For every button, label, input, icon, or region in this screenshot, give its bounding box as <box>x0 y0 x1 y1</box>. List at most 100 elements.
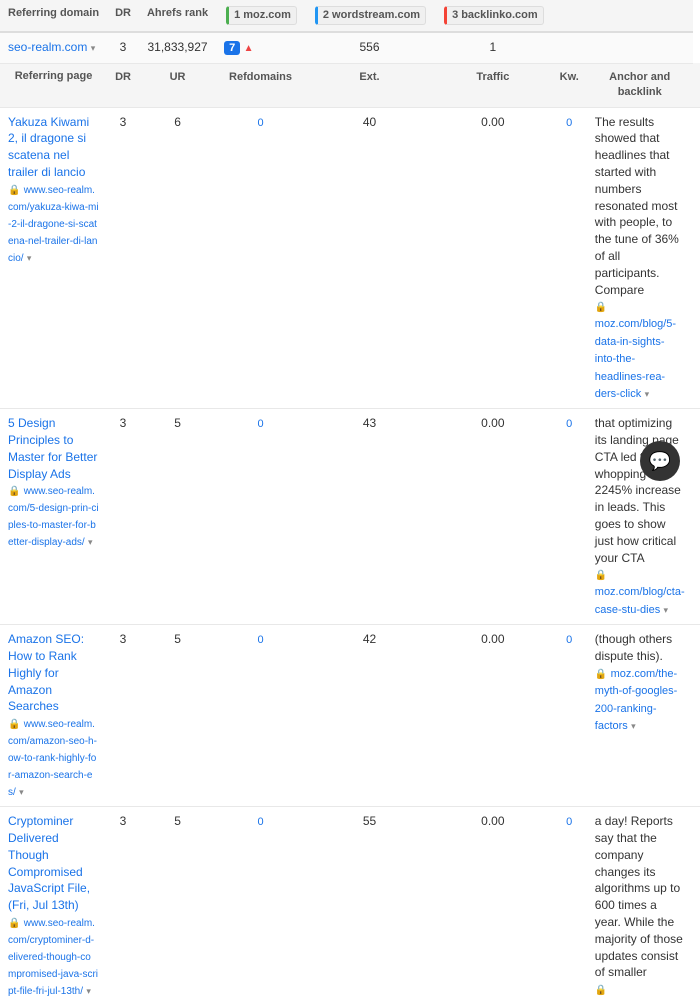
table-row: 5 Design Principles to Master for Better… <box>0 409 700 625</box>
anchor-link-text-0: moz.com/blog/5-data-in-sights-into-the-h… <box>595 318 676 400</box>
anchor-lock-2: 🔒 <box>595 669 607 680</box>
anchor-dropdown-0[interactable]: ▾ <box>645 389 650 399</box>
anchor-2: (though others dispute this). 🔒 moz.com/… <box>587 625 693 807</box>
ext-1: 43 <box>305 409 434 625</box>
traffic-2: 0.00 <box>434 625 552 807</box>
dr-1: 3 <box>107 409 139 625</box>
col-site2-header: 2 wordstream.com <box>305 0 434 32</box>
firstseen-2: 29 May '18 9 d <box>693 625 700 807</box>
url-dropdown-0[interactable]: ▾ <box>27 253 32 263</box>
backlinks-table: Referring domain DR Ahrefs rank 1 moz.co… <box>0 0 700 1002</box>
ext-0: 40 <box>305 107 434 409</box>
col-firstseen: First seen Last check <box>693 63 700 107</box>
anchor-text-0: The results showed that headlines that s… <box>595 115 679 297</box>
refdomains-1: 0 <box>216 409 305 625</box>
table-row: Cryptominer Delivered Though Compromised… <box>0 807 700 1002</box>
domain-site1-badge: 7 <box>224 41 240 55</box>
ext-2: 42 <box>305 625 434 807</box>
page-title-link-3[interactable]: Cryptominer Delivered Though Compromised… <box>8 814 90 912</box>
anchor-lock-3: 🔒 <box>595 985 607 996</box>
site1-badge: 1 moz.com <box>226 6 297 25</box>
col-site1-header: 1 moz.com <box>216 0 305 32</box>
page-cell-1: 5 Design Principles to Master for Better… <box>0 409 107 625</box>
col-referring-page: Referring page <box>0 63 107 107</box>
anchor-link-text-3: moz.com/google-algo- <box>595 1001 679 1002</box>
domain-row: seo-realm.com ▾ 3 31,833,927 7 ▲ 556 1 <box>0 32 700 63</box>
domain-dropdown-arrow[interactable]: ▾ <box>91 43 96 53</box>
anchor-link-0[interactable]: moz.com/blog/5-data-in-sights-into-the-h… <box>595 318 676 400</box>
col-dr: DR <box>107 63 139 107</box>
page-title-link-0[interactable]: Yakuza Kiwami 2, il dragone si scatena n… <box>8 115 89 179</box>
page-title-link-2[interactable]: Amazon SEO: How to Rank Highly for Amazo… <box>8 632 84 713</box>
page-title-0: Yakuza Kiwami 2, il dragone si scatena n… <box>8 115 89 179</box>
site3-num: 3 <box>452 8 458 23</box>
col-referring-domain: Referring domain <box>0 0 107 32</box>
col-ext: Ext. <box>305 63 434 107</box>
anchor-text-2: (though others dispute this). <box>595 632 672 663</box>
domain-site2: 556 <box>305 32 434 63</box>
anchor-lock-0: 🔒 <box>595 302 607 313</box>
anchor-link-3[interactable]: moz.com/google-algo- <box>595 1001 679 1002</box>
page-cell-2: Amazon SEO: How to Rank Highly for Amazo… <box>0 625 107 807</box>
col-traffic: Traffic <box>434 63 552 107</box>
site1-num: 1 <box>234 8 240 23</box>
anchor-lock-1: 🔒 <box>595 570 607 581</box>
domain-site1-arrow: ▲ <box>244 43 254 54</box>
url-dropdown-2[interactable]: ▾ <box>19 787 24 797</box>
site1-name: moz.com <box>243 8 291 23</box>
refdomains-0: 0 <box>216 107 305 409</box>
traffic-0: 0.00 <box>434 107 552 409</box>
columns-header-row: Referring page DR UR Refdomains Ext. Tra… <box>0 63 700 107</box>
domain-dr: 3 <box>107 32 139 63</box>
lock-icon-1: 🔒 <box>8 486 20 497</box>
col-anchor: Anchor and backlink <box>587 63 693 107</box>
page-url-0: www.seo-realm.com/yakuza-kiwa-mi-2-il-dr… <box>8 185 99 264</box>
anchor-link-1[interactable]: moz.com/blog/cta-case-stu-dies <box>595 586 685 615</box>
anchor-dropdown-2[interactable]: ▾ <box>631 721 636 731</box>
col-dr-header: DR <box>107 0 139 32</box>
dr-0: 3 <box>107 107 139 409</box>
site2-badge: 2 wordstream.com <box>315 6 426 25</box>
page-url-3: www.seo-realm.com/cryptominer-d-elivered… <box>8 918 98 997</box>
anchor-1: that optimizing its landing page CTA led… <box>587 409 693 625</box>
kw-1: 0 <box>552 409 587 625</box>
col-refdomains: Refdomains <box>216 63 305 107</box>
col-site3-header: 3 backlinko.com <box>434 0 552 32</box>
domain-name: seo-realm.com <box>8 40 87 54</box>
page-url-1: www.seo-realm.com/5-design-prin-ciples-t… <box>8 486 99 548</box>
chat-button[interactable]: 💬 <box>640 441 680 481</box>
lock-icon-0: 🔒 <box>8 185 20 196</box>
refdomains-3: 0 <box>216 807 305 1002</box>
domain-site1: 7 ▲ <box>216 32 305 63</box>
chat-icon: 💬 <box>649 451 671 472</box>
site2-num: 2 <box>323 8 329 23</box>
anchor-3: a day! Reports say that the company chan… <box>587 807 693 1002</box>
url-dropdown-3[interactable]: ▾ <box>86 986 91 996</box>
kw-0: 0 <box>552 107 587 409</box>
table-row: Amazon SEO: How to Rank Highly for Amazo… <box>0 625 700 807</box>
anchor-dropdown-1[interactable]: ▾ <box>664 605 669 615</box>
lock-icon-2: 🔒 <box>8 719 20 730</box>
traffic-3: 0.00 <box>434 807 552 1002</box>
traffic-1: 0.00 <box>434 409 552 625</box>
anchor-0: The results showed that headlines that s… <box>587 107 693 409</box>
firstseen-1: 9 Aug '18 7 d <box>693 409 700 625</box>
url-dropdown-1[interactable]: ▾ <box>88 537 93 547</box>
ext-3: 55 <box>305 807 434 1002</box>
domain-cell: seo-realm.com ▾ <box>0 32 107 63</box>
firstseen-3: 16 Jul '18 21 d <box>693 807 700 1002</box>
site3-badge: 3 backlinko.com <box>444 6 544 25</box>
page-title-link-1[interactable]: 5 Design Principles to Master for Better… <box>8 416 97 480</box>
top-header-row: Referring domain DR Ahrefs rank 1 moz.co… <box>0 0 700 32</box>
dr-2: 3 <box>107 625 139 807</box>
domain-ahrefs-rank: 31,833,927 <box>139 32 216 63</box>
ur-2: 5 <box>139 625 216 807</box>
domain-site3: 1 <box>434 32 552 63</box>
domain-link[interactable]: seo-realm.com ▾ <box>8 40 95 54</box>
page-title-2: Amazon SEO: How to Rank Highly for Amazo… <box>8 632 84 713</box>
ur-0: 6 <box>139 107 216 409</box>
anchor-text-1: that optimizing its landing page CTA led… <box>595 416 681 564</box>
ur-1: 5 <box>139 409 216 625</box>
anchor-link-text-1: moz.com/blog/cta-case-stu-dies <box>595 586 685 615</box>
lock-icon-3: 🔒 <box>8 918 20 929</box>
